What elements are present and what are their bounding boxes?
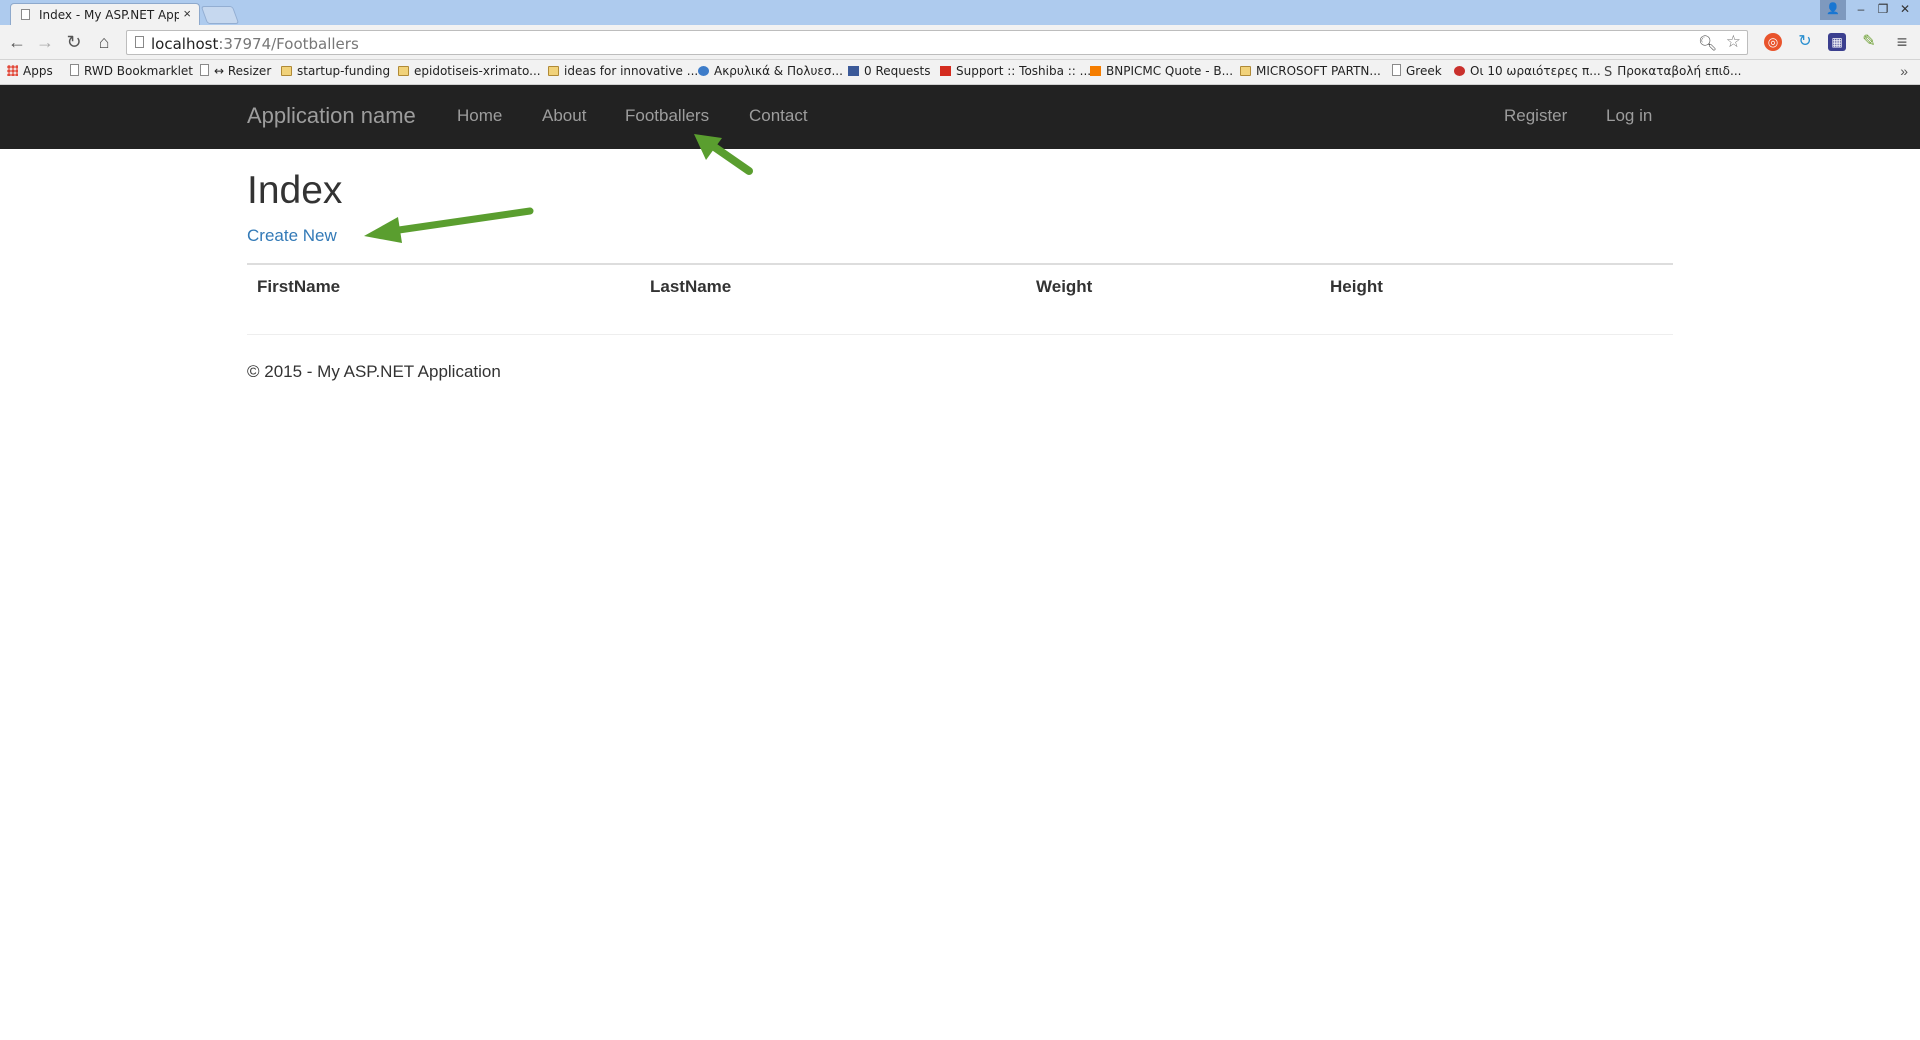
user-profile-icon[interactable]: 👤 xyxy=(1820,0,1846,20)
browser-tab[interactable]: Index - My ASP.NET Appli × xyxy=(10,3,200,25)
forward-icon[interactable]: → xyxy=(35,32,55,52)
close-window-icon[interactable]: ✕ xyxy=(1892,0,1918,20)
page-title: Index xyxy=(247,169,343,212)
address-bar[interactable]: localhost:37974/Footballers 🔍︎ ☆ xyxy=(126,30,1748,55)
folder-icon xyxy=(281,66,292,76)
page-favicon-icon xyxy=(21,9,30,20)
bookmark-item[interactable]: Ακρυλικά & Πολυεσ... xyxy=(698,64,843,80)
bookmark-item[interactable]: RWD Bookmarklet xyxy=(70,64,193,80)
extension-icon-1[interactable]: ◎ xyxy=(1764,33,1782,51)
browser-tab-strip: Index - My ASP.NET Appli × 👤 – ❐ ✕ xyxy=(0,0,1920,25)
bookmark-item[interactable]: ideas for innovative ... xyxy=(548,64,698,80)
page-icon xyxy=(70,64,79,76)
bookmark-item[interactable]: Οι 10 ωραιότερες π... xyxy=(1454,64,1601,80)
folder-icon xyxy=(548,66,559,76)
column-header-lastname: LastName xyxy=(650,277,732,296)
nav-footballers[interactable]: Footballers xyxy=(625,106,709,126)
tab-close-icon[interactable]: × xyxy=(183,6,191,21)
facebook-icon xyxy=(848,66,859,76)
extension-icon-3[interactable]: ▦ xyxy=(1828,33,1846,51)
annotation-arrow-create-new-icon xyxy=(364,207,534,243)
page-icon xyxy=(1392,64,1401,76)
home-icon[interactable]: ⌂ xyxy=(94,32,114,52)
chrome-menu-icon[interactable]: ≡ xyxy=(1892,32,1912,52)
tab-title: Index - My ASP.NET Appli xyxy=(39,8,179,22)
brand-link[interactable]: Application name xyxy=(247,103,416,129)
bookmark-item[interactable]: S Προκαταβολή επιδ... xyxy=(1604,64,1741,80)
blogger-icon xyxy=(1090,66,1101,76)
more-bookmarks-icon[interactable]: » xyxy=(1900,63,1908,79)
browser-toolbar: ← → ↻ ⌂ localhost:37974/Footballers 🔍︎ ☆… xyxy=(0,25,1920,60)
extension-icon-4[interactable]: ✎ xyxy=(1860,33,1878,51)
page-info-icon xyxy=(135,36,144,48)
globe-icon xyxy=(698,66,709,76)
bookmark-item[interactable]: startup-funding xyxy=(281,64,390,80)
column-header-weight: Weight xyxy=(1036,277,1093,296)
bookmark-star-icon[interactable]: ☆ xyxy=(1726,32,1741,52)
bookmark-item[interactable]: MICROSOFT PARTN... xyxy=(1240,64,1381,80)
url-text[interactable]: localhost:37974/Footballers xyxy=(151,35,359,53)
create-new-link[interactable]: Create New xyxy=(247,226,337,246)
apps-icon xyxy=(7,65,18,76)
bookmark-item[interactable]: ↔ Resizer xyxy=(200,64,271,80)
site-navbar: Application name Home About Footballers … xyxy=(0,85,1920,149)
page-icon xyxy=(200,64,209,76)
bookmarks-bar: Apps RWD Bookmarklet ↔ Resizer startup-f… xyxy=(0,60,1920,85)
column-header-firstname: FirstName xyxy=(257,277,341,296)
reload-icon[interactable]: ↻ xyxy=(64,32,84,52)
bookmark-item[interactable]: BNPICMC Quote - B... xyxy=(1090,64,1233,80)
login-link[interactable]: Log in xyxy=(1606,106,1652,126)
bookmark-item[interactable]: Greek xyxy=(1392,64,1442,80)
footballers-table: FirstName LastName Weight Height xyxy=(247,263,1673,296)
new-tab-button[interactable] xyxy=(200,6,240,24)
zoom-icon[interactable]: 🔍︎ xyxy=(1698,34,1717,52)
s-logo-icon: S xyxy=(1604,65,1613,80)
toshiba-icon xyxy=(940,66,951,76)
annotation-arrow-footballers-icon xyxy=(694,134,753,175)
bookmark-item[interactable]: epidotiseis-xrimato... xyxy=(398,64,541,80)
nav-contact[interactable]: Contact xyxy=(749,106,808,126)
site-icon xyxy=(1454,66,1465,76)
bookmark-item[interactable]: 0 Requests xyxy=(848,64,930,80)
bookmark-item[interactable]: Apps xyxy=(7,64,53,80)
register-link[interactable]: Register xyxy=(1504,106,1567,126)
folder-icon xyxy=(398,66,409,76)
column-header-height: Height xyxy=(1330,277,1383,296)
footer-copyright: © 2015 - My ASP.NET Application xyxy=(247,362,501,381)
nav-home[interactable]: Home xyxy=(457,106,502,126)
extension-icon-2[interactable]: ↻ xyxy=(1796,33,1814,51)
back-icon[interactable]: ← xyxy=(7,32,27,52)
footer-divider xyxy=(247,334,1673,335)
folder-icon xyxy=(1240,66,1251,76)
bookmark-item[interactable]: Support :: Toshiba :: ... xyxy=(940,64,1091,80)
nav-about[interactable]: About xyxy=(542,106,586,126)
